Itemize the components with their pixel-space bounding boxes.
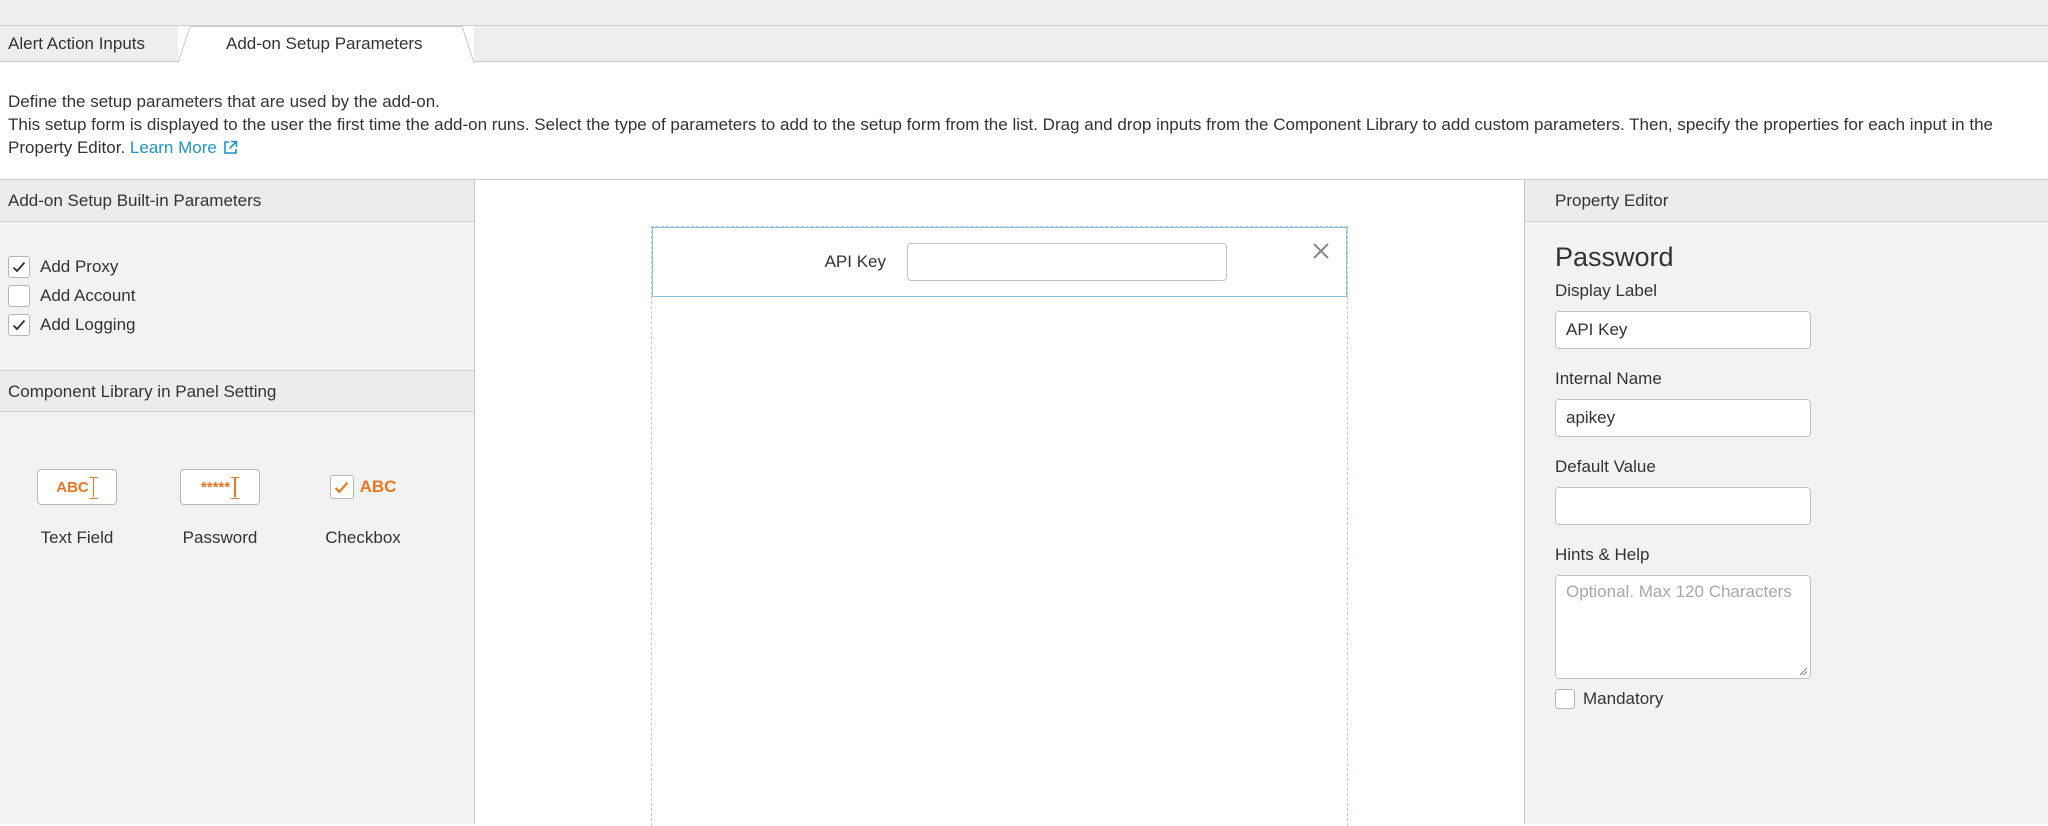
check-icon [12,261,26,272]
checkbox-box[interactable] [8,284,30,307]
description-line-1: Define the setup parameters that are use… [8,92,440,111]
left-panel: Add-on Setup Built-in Parameters Add Pro… [0,180,475,824]
password-field-icon: ***** [160,468,280,506]
password-component[interactable]: ***** Password [160,468,280,548]
learn-more-link[interactable]: Learn More [130,138,238,157]
external-link-icon [224,140,238,154]
check-icon [329,475,354,499]
icon-text: ABC [56,478,89,496]
component-name: Checkbox [325,528,401,547]
checkbox-box[interactable] [8,313,30,336]
checkbox-label: Add Account [40,285,136,305]
add-proxy-checkbox[interactable]: Add Proxy [8,252,474,281]
mandatory-label: Mandatory [1583,689,1664,708]
internal-name-label: Internal Name [1555,369,1662,388]
close-icon[interactable] [1310,240,1332,262]
tab-label: Add-on Setup Parameters [226,34,423,53]
top-strip [0,0,2048,26]
description-text: This setup form is displayed to the user… [8,115,1993,157]
api-key-input[interactable] [907,243,1227,281]
tab-add-on-setup-parameters[interactable]: Add-on Setup Parameters [178,26,474,63]
builtin-params-header: Add-on Setup Built-in Parameters [0,180,474,222]
component-library-header: Component Library in Panel Setting [0,370,474,412]
setup-form-canvas: API Key [476,180,1524,826]
icon-text: ***** [200,478,231,496]
checkbox-box[interactable] [8,255,30,278]
tab-alert-action-inputs[interactable]: Alert Action Inputs [8,26,145,62]
checkbox-field-icon: ABC [303,468,423,506]
resize-grip-icon[interactable] [1798,666,1808,676]
internal-name-input[interactable]: apikey [1555,399,1811,437]
tab-bar: Alert Action Inputs Add-on Setup Paramet… [0,26,2048,63]
property-editor-header: Property Editor [1525,180,2048,222]
description: Define the setup parameters that are use… [0,62,2048,179]
description-line-2: This setup form is displayed to the user… [8,113,2040,159]
property-editor-panel: Property Editor Password Display Label A… [1524,180,2048,824]
text-field-icon: ABC [17,468,137,506]
main-area: Add-on Setup Built-in Parameters Add Pro… [0,179,2048,826]
checkbox-component[interactable]: ABC Checkbox [303,468,423,548]
mandatory-checkbox[interactable]: Mandatory [1555,689,2018,709]
form-field-row[interactable]: API Key [652,227,1347,297]
form-drop-area[interactable]: API Key [651,226,1348,826]
text-field-component[interactable]: ABC Text Field [17,468,137,548]
text-cursor-icon [231,477,240,499]
hints-help-label: Hints & Help [1555,545,1650,564]
checkbox-label: Add Proxy [40,256,119,276]
form-field-label: API Key [824,252,886,271]
default-value-input[interactable] [1555,487,1811,525]
default-value-label: Default Value [1555,457,1656,476]
component-name: Text Field [40,528,114,547]
builtin-params-list: Add Proxy Add Account Add Logging [0,222,474,370]
display-label-label: Display Label [1555,281,1658,300]
text-cursor-icon [89,477,98,499]
checkbox-box[interactable] [1555,689,1575,709]
add-account-checkbox[interactable]: Add Account [8,281,474,310]
check-icon [12,319,26,330]
component-library: ABC Text Field ***** Password ABC Checkb… [0,412,474,592]
checkbox-label: Add Logging [40,314,136,334]
hints-placeholder: Optional. Max 120 Characters [1566,582,1792,601]
property-editor-form: Password Display Label API Key Internal … [1525,222,2048,709]
icon-text: ABC [359,477,397,496]
learn-more-label: Learn More [129,138,217,157]
component-name: Password [182,528,258,547]
add-logging-checkbox[interactable]: Add Logging [8,310,474,339]
field-type-title: Password [1555,242,1674,272]
hints-help-textarea[interactable]: Optional. Max 120 Characters [1555,575,1811,679]
display-label-input[interactable]: API Key [1555,311,1811,349]
